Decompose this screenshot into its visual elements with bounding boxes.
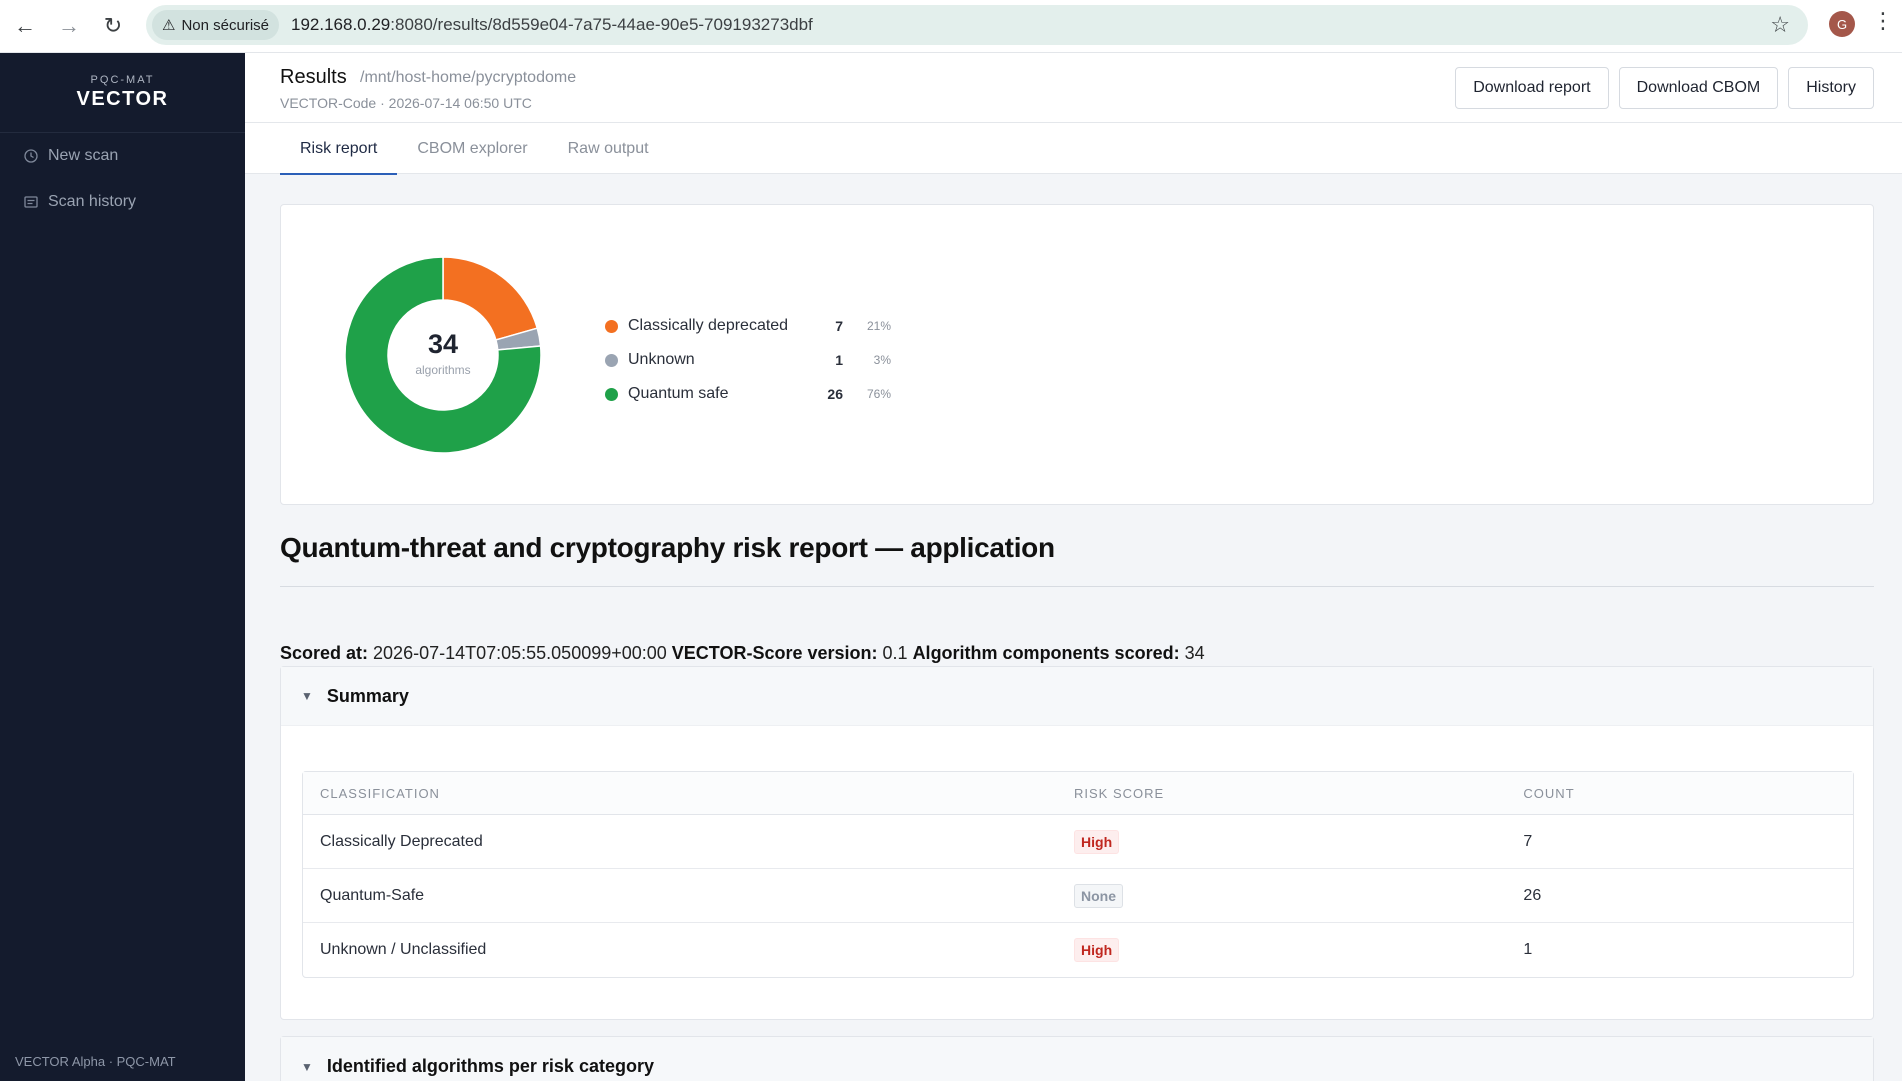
caret-down-icon: ▼ <box>301 1059 313 1074</box>
browser-menu-icon[interactable]: ⋮ <box>1872 8 1894 34</box>
download-cbom-button[interactable]: Download CBOM <box>1618 67 1779 109</box>
brand-subtitle: PQC-MAT <box>90 74 155 86</box>
cell-count: 1 <box>1523 941 1533 958</box>
sidebar-item-label: Scan history <box>48 193 137 210</box>
risk-badge: High <box>1074 829 1120 854</box>
summary-title: Summary <box>326 685 409 706</box>
overview-card: 34 algorithms Classically deprecated 7 2… <box>280 204 1874 505</box>
gray-dot-icon <box>605 353 618 367</box>
brand-title: VECTOR <box>76 88 169 110</box>
tab-raw-output[interactable]: Raw output <box>548 123 669 174</box>
warning-icon: ⚠ <box>162 17 176 34</box>
security-indicator[interactable]: ⚠ Non sécurisé <box>152 10 279 40</box>
risk-badge: None <box>1074 883 1124 908</box>
download-report-button[interactable]: Download report <box>1455 67 1609 109</box>
address-bar[interactable]: ⚠ Non sécurisé 192.168.0.29:8080/results… <box>146 5 1808 45</box>
list-icon <box>24 195 38 209</box>
url-text[interactable]: 192.168.0.29:8080/results/8d559e04-7a75-… <box>291 15 813 35</box>
column-header-count: COUNT <box>1523 785 1575 801</box>
table-header: CLASSIFICATION RISK SCORE COUNT <box>303 772 1853 815</box>
algorithms-section-title: Identified algorithms per risk category <box>326 1056 654 1076</box>
brand-logo[interactable]: PQC-MAT VECTOR <box>0 53 245 133</box>
summary-toggle[interactable]: ▼ Summary <box>281 667 1873 726</box>
back-arrow-icon[interactable]: ← <box>3 4 47 48</box>
bookmark-star-icon[interactable]: ☆ <box>1770 12 1790 38</box>
algorithms-per-category-section: ▼ Identified algorithms per risk categor… <box>280 1036 1874 1081</box>
green-dot-icon <box>605 387 618 401</box>
results-header: Results /mnt/host-home/pycryptodome VECT… <box>245 53 1902 123</box>
sidebar: PQC-MAT VECTOR New scan Scan history VEC… <box>0 53 245 1081</box>
profile-avatar[interactable]: G <box>1829 11 1855 37</box>
orange-dot-icon <box>605 319 618 333</box>
clock-icon <box>24 149 38 163</box>
summary-table: CLASSIFICATION RISK SCORE COUNT Classica… <box>302 771 1854 978</box>
forward-arrow-icon[interactable]: → <box>47 4 91 48</box>
legend-item-classically-deprecated: Classically deprecated 7 21% <box>605 309 891 343</box>
page-title: Results <box>280 66 347 88</box>
cell-classification: Classically Deprecated <box>320 832 483 850</box>
reload-icon[interactable]: ↻ <box>91 4 135 48</box>
donut-legend: Classically deprecated 7 21% Unknown 1 3… <box>605 309 891 411</box>
browser-toolbar: ← → ↻ ⚠ Non sécurisé 192.168.0.29:8080/r… <box>0 0 1902 53</box>
table-row: Unknown / Unclassified High 1 <box>303 923 1853 977</box>
legend-item-unknown: Unknown 1 3% <box>605 343 891 377</box>
cell-classification: Quantum-Safe <box>320 886 425 904</box>
security-label: Non sécurisé <box>181 16 269 34</box>
caret-down-icon: ▼ <box>301 689 313 703</box>
scoring-metadata: Scored at: 2026-07-14T07:05:55.050099+00… <box>280 643 1205 663</box>
cell-count: 7 <box>1523 832 1533 850</box>
sidebar-footer: VECTOR Alpha · PQC-MAT <box>15 1054 176 1069</box>
algorithms-section-toggle[interactable]: ▼ Identified algorithms per risk categor… <box>281 1037 1873 1081</box>
column-header-classification: CLASSIFICATION <box>320 785 440 801</box>
risk-badge: High <box>1074 938 1120 962</box>
sidebar-item-new-scan[interactable]: New scan <box>0 133 245 179</box>
table-row: Classically Deprecated High 7 <box>303 815 1853 869</box>
sidebar-item-label: New scan <box>48 147 119 164</box>
history-button[interactable]: History <box>1788 67 1874 109</box>
column-header-risk-score: RISK SCORE <box>1074 785 1165 801</box>
header-actions: Download report Download CBOM History <box>1455 67 1874 109</box>
tab-cbom-explorer[interactable]: CBOM explorer <box>397 123 547 174</box>
legend-item-quantum-safe: Quantum safe 26 76% <box>605 377 891 411</box>
algorithm-donut-chart: 34 algorithms <box>343 255 543 455</box>
summary-section: ▼ Summary CLASSIFICATION RISK SCORE COUN… <box>280 666 1874 1020</box>
donut-total: 34 <box>428 329 458 359</box>
tab-risk-report[interactable]: Risk report <box>280 123 398 175</box>
result-tabs: Risk report CBOM explorer Raw output <box>245 123 1902 175</box>
scan-meta: VECTOR-Code · 2026-07-14 06:50 UTC <box>280 95 532 111</box>
scan-path: /mnt/host-home/pycryptodome <box>360 69 577 86</box>
title-divider <box>280 586 1874 587</box>
cell-classification: Unknown / Unclassified <box>320 941 487 958</box>
sidebar-item-scan-history[interactable]: Scan history <box>0 179 245 225</box>
donut-total-label: algorithms <box>415 363 470 377</box>
report-title: Quantum-threat and cryptography risk rep… <box>280 532 1055 563</box>
table-row: Quantum-Safe None 26 <box>303 869 1853 923</box>
cell-count: 26 <box>1523 886 1542 904</box>
